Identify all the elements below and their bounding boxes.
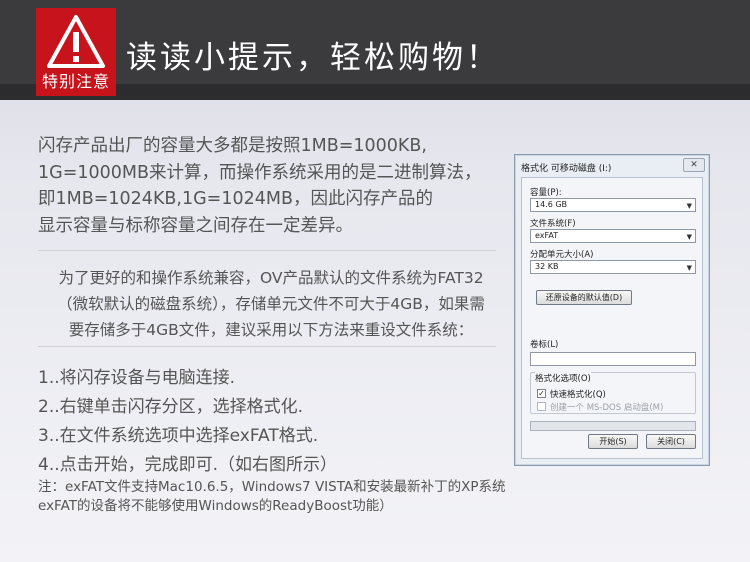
footnote: 注：exFAT文件支持Mac10.6.5，Windows7 VISTA和安装最新… <box>38 478 518 516</box>
volume-input[interactable] <box>530 352 696 366</box>
step-item: 1..将闪存设备与电脑连接. <box>38 368 236 388</box>
step-item: 3..在文件系统选项中选择exFAT格式. <box>38 426 319 446</box>
warning-badge: 特别注意 <box>36 8 116 96</box>
capacity-select[interactable]: 14.6 GB ▼ <box>530 198 696 212</box>
filesystem-value: exFAT <box>535 231 559 240</box>
warning-icon <box>47 15 105 68</box>
page-title: 读读小提示，轻松购物！ <box>126 40 500 76</box>
warning-badge-label: 特别注意 <box>41 72 110 91</box>
format-options-group: 格式化选项(O) ✓ 快速格式化(Q) 创建一个 MS-DOS 启动盘(M) <box>530 372 696 414</box>
step-item: 2..右键单击闪存分区，选择格式化. <box>38 397 304 417</box>
quick-format-checkbox[interactable]: ✓ <box>537 389 546 398</box>
divider-top <box>38 250 496 251</box>
dialog-title: 格式化 可移动磁盘 (I:) <box>521 164 612 174</box>
alloc-value: 32 KB <box>535 262 559 271</box>
step-item: 4..点击开始，完成即可.（如右图所示） <box>38 455 338 475</box>
chevron-down-icon: ▼ <box>686 264 692 272</box>
msdos-label: 创建一个 MS-DOS 启动盘(M) <box>550 403 664 413</box>
volume-label: 卷标(L) <box>530 340 559 350</box>
msdos-checkbox[interactable] <box>537 402 546 411</box>
capacity-label: 容量(P): <box>530 188 562 198</box>
intro-line: 显示容量与标称容量之间存在一定差异。 <box>38 215 353 236</box>
start-button[interactable]: 开始(S) <box>588 434 638 449</box>
chevron-down-icon: ▼ <box>686 233 692 241</box>
divider-bottom <box>38 346 496 347</box>
format-dialog: 格式化 可移动磁盘 (I:) ✕ 容量(P): 14.6 GB ▼ 文件系统(F… <box>514 154 710 466</box>
format-progress-bar <box>530 421 696 431</box>
intro-line: 闪存产品出厂的容量大多都是按照1MB=1000KB, <box>38 136 427 156</box>
dialog-body: 容量(P): 14.6 GB ▼ 文件系统(F) exFAT ▼ 分配单元大小(… <box>521 177 703 459</box>
footnote-line: 注：exFAT文件支持Mac10.6.5，Windows7 VISTA和安装最新… <box>38 479 506 495</box>
note-line: （微软默认的磁盘系统），存储单元文件不可大于4GB，如果需 <box>57 295 485 313</box>
footnote-line: exFAT的设备将不能够使用Windows的ReadyBoost功能） <box>38 498 393 514</box>
header-bar: 特别注意 读读小提示，轻松购物！ <box>0 0 750 100</box>
compatibility-note: 为了更好的和操作系统兼容，OV产品默认的文件系统为FAT32 （微软默认的磁盘系… <box>38 265 504 343</box>
dialog-close-icon[interactable]: ✕ <box>683 158 705 172</box>
filesystem-select[interactable]: exFAT ▼ <box>530 229 696 243</box>
filesystem-label: 文件系统(F) <box>530 219 576 229</box>
restore-defaults-button[interactable]: 还原设备的默认值(D) <box>536 290 632 305</box>
capacity-value: 14.6 GB <box>535 200 568 209</box>
intro-line: 即1MB=1024KB,1G=1024MB，因此闪存产品的 <box>38 189 433 209</box>
note-line: 要存储多于4GB文件，建议采用以下方法来重设文件系统： <box>68 321 474 339</box>
quick-format-label: 快速格式化(Q) <box>550 390 606 400</box>
alloc-label: 分配单元大小(A) <box>530 250 594 260</box>
chevron-down-icon: ▼ <box>686 202 692 210</box>
intro-line: 1G=1000MB来计算，而操作系统采用的是二进制算法， <box>38 162 482 183</box>
note-line: 为了更好的和操作系统兼容，OV产品默认的文件系统为FAT32 <box>58 269 484 287</box>
close-button[interactable]: 关闭(C) <box>646 434 696 449</box>
alloc-select[interactable]: 32 KB ▼ <box>530 260 696 274</box>
format-options-label: 格式化选项(O) <box>535 372 591 384</box>
intro-paragraph: 闪存产品出厂的容量大多都是按照1MB=1000KB, 1G=1000MB来计算，… <box>38 133 498 239</box>
steps-list: 1..将闪存设备与电脑连接. 2..右键单击闪存分区，选择格式化. 3..在文件… <box>38 364 498 480</box>
